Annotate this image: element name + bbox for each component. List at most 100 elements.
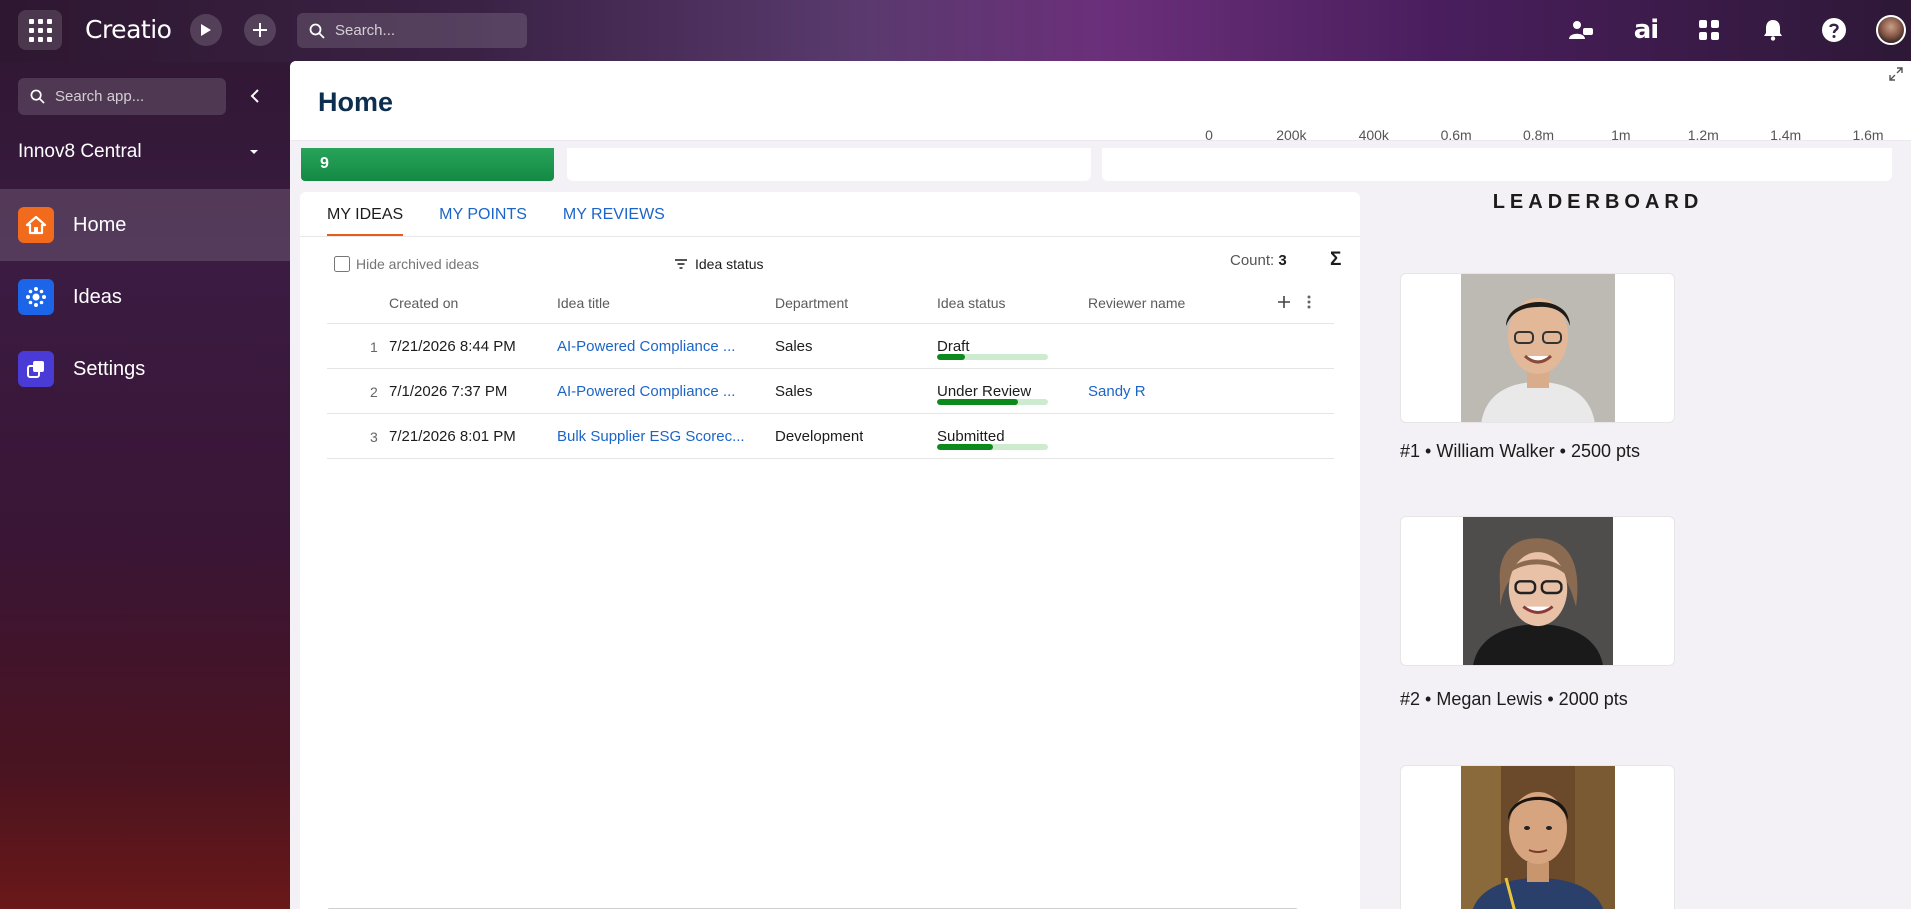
notifications-button[interactable] bbox=[1757, 14, 1789, 46]
grid-header: Created on Idea title Department Idea st… bbox=[327, 282, 1334, 324]
status-progress-fill bbox=[937, 399, 1019, 405]
column-department[interactable]: Department bbox=[775, 295, 848, 311]
user-avatar[interactable] bbox=[1876, 15, 1906, 45]
settings-icon bbox=[18, 351, 54, 387]
creatio-logo[interactable]: Creatio bbox=[85, 15, 172, 44]
column-idea-status[interactable]: Idea status bbox=[937, 295, 1006, 311]
app-search[interactable] bbox=[18, 78, 226, 115]
table-row[interactable]: 2 7/1/2026 7:37 PM AI-Powered Compliance… bbox=[327, 369, 1334, 414]
ai-button[interactable]: ai bbox=[1630, 14, 1662, 46]
created-on-cell: 7/21/2026 8:01 PM bbox=[389, 428, 516, 445]
table-row[interactable]: 1 7/21/2026 8:44 PM AI-Powered Complianc… bbox=[327, 324, 1334, 369]
sidebar-item-settings[interactable]: Settings bbox=[0, 333, 290, 405]
caret-down-icon bbox=[250, 150, 258, 154]
leader-photo-2 bbox=[1463, 517, 1613, 665]
main-panel: Home 9 0 200k 400k 0.6m 0.8m 1m 1.2m 1.4m 1.6m M… bbox=[290, 61, 1911, 909]
bell-icon bbox=[1764, 20, 1782, 41]
search-icon bbox=[309, 23, 325, 39]
status-progress-fill bbox=[937, 444, 993, 450]
row-number: 1 bbox=[370, 339, 378, 355]
idea-title-link[interactable]: Bulk Supplier ESG Scorec... bbox=[557, 428, 757, 445]
created-on-cell: 7/1/2026 7:37 PM bbox=[389, 383, 508, 400]
app-launcher-button[interactable] bbox=[18, 10, 62, 50]
global-search-input[interactable] bbox=[335, 22, 505, 39]
page-header: Home bbox=[290, 61, 1911, 141]
axis-tick-label: 0.8m bbox=[1522, 127, 1555, 143]
workspace-selector[interactable]: Innov8 Central bbox=[18, 140, 268, 164]
summary-sigma-icon[interactable]: Σ bbox=[1330, 249, 1341, 271]
status-progress-fill bbox=[937, 354, 965, 360]
leaderboard-photo-card[interactable] bbox=[1400, 273, 1675, 423]
column-idea-title[interactable]: Idea title bbox=[557, 295, 610, 311]
feed-button[interactable] bbox=[1565, 14, 1597, 46]
axis-tick-label: 1.2m bbox=[1687, 127, 1719, 143]
department-cell: Sales bbox=[775, 383, 813, 400]
create-button[interactable] bbox=[244, 14, 276, 46]
grid-icon bbox=[28, 18, 52, 42]
column-created-on[interactable]: Created on bbox=[389, 295, 458, 311]
ideas-grid: Created on Idea title Department Idea st… bbox=[327, 282, 1334, 459]
tab-my-reviews[interactable]: MY REVIEWS bbox=[563, 192, 665, 237]
widgets-button[interactable] bbox=[1693, 14, 1725, 46]
department-cell: Development bbox=[775, 428, 864, 445]
leaderboard-title: LEADERBOARD bbox=[1492, 191, 1704, 213]
chevron-left-icon bbox=[250, 89, 259, 103]
search-icon bbox=[30, 89, 45, 104]
collapse-sidebar-button[interactable] bbox=[243, 84, 267, 108]
status-cell: Submitted bbox=[937, 428, 1005, 445]
row-number: 3 bbox=[370, 429, 378, 445]
global-search[interactable] bbox=[297, 13, 527, 48]
axis-tick-label: 1.6m bbox=[1852, 127, 1884, 143]
column-reviewer-name[interactable]: Reviewer name bbox=[1088, 295, 1185, 311]
status-progress-bar bbox=[937, 399, 1048, 405]
department-cell: Sales bbox=[775, 338, 813, 355]
row-number: 2 bbox=[370, 384, 378, 400]
sidebar-item-label: Settings bbox=[73, 357, 146, 380]
tab-divider bbox=[300, 236, 1360, 237]
created-on-cell: 7/21/2026 8:44 PM bbox=[389, 338, 516, 355]
workspace-name: Innov8 Central bbox=[18, 141, 142, 162]
hide-archived-checkbox[interactable] bbox=[334, 256, 350, 272]
help-button[interactable] bbox=[1818, 14, 1850, 46]
status-cell: Draft bbox=[937, 338, 970, 355]
home-icon bbox=[18, 207, 54, 243]
hide-archived-toggle[interactable]: Hide archived ideas bbox=[334, 256, 479, 272]
app-search-input[interactable] bbox=[55, 88, 215, 105]
reviewer-link[interactable]: Sandy R bbox=[1088, 383, 1146, 400]
kpi-ideas-count[interactable]: 9 bbox=[301, 148, 554, 181]
status-cell: Under Review bbox=[937, 383, 1032, 400]
kpi-card bbox=[567, 148, 1091, 181]
expand-icon[interactable] bbox=[1889, 67, 1903, 81]
page-title: Home bbox=[318, 87, 394, 117]
ai-icon: ai bbox=[1633, 15, 1659, 45]
leader-photo-3 bbox=[1461, 766, 1615, 909]
play-icon bbox=[201, 24, 211, 36]
idea-status-filter[interactable]: Idea status bbox=[674, 256, 764, 272]
axis-tick-label: 0.6m bbox=[1440, 127, 1472, 143]
leader-photo-1 bbox=[1461, 274, 1615, 422]
table-row[interactable]: 3 7/21/2026 8:01 PM Bulk Supplier ESG Sc… bbox=[327, 414, 1334, 459]
axis-tick-label: 400k bbox=[1358, 127, 1389, 143]
leader-caption-1: #1 • William Walker • 2500 pts bbox=[1400, 441, 1641, 461]
tab-my-ideas[interactable]: MY IDEAS bbox=[327, 192, 404, 237]
help-icon bbox=[1822, 18, 1846, 42]
sidebar-item-label: Ideas bbox=[73, 285, 122, 308]
apps-icon bbox=[1699, 20, 1719, 40]
leaderboard-photo-card[interactable] bbox=[1400, 516, 1675, 666]
axis-tick-label: 200k bbox=[1276, 127, 1307, 143]
axis-tick-label: 1m bbox=[1611, 127, 1631, 143]
sidebar-item-ideas[interactable]: Ideas bbox=[0, 261, 290, 333]
idea-title-link[interactable]: AI-Powered Compliance ... bbox=[557, 383, 757, 400]
status-progress-bar bbox=[937, 354, 1048, 360]
run-process-button[interactable] bbox=[190, 14, 222, 46]
plus-icon bbox=[253, 23, 267, 37]
add-column-icon[interactable] bbox=[1276, 294, 1292, 310]
sidebar-item-home[interactable]: Home bbox=[0, 189, 290, 261]
status-progress-bar bbox=[937, 444, 1048, 450]
tab-my-points[interactable]: MY POINTS bbox=[439, 192, 527, 237]
sidebar-item-label: Home bbox=[73, 213, 127, 236]
leader-caption-2: #2 • Megan Lewis • 2000 pts bbox=[1400, 689, 1628, 709]
leaderboard-photo-card[interactable] bbox=[1400, 765, 1675, 909]
more-options-icon[interactable] bbox=[1307, 294, 1311, 310]
idea-title-link[interactable]: AI-Powered Compliance ... bbox=[557, 338, 757, 355]
